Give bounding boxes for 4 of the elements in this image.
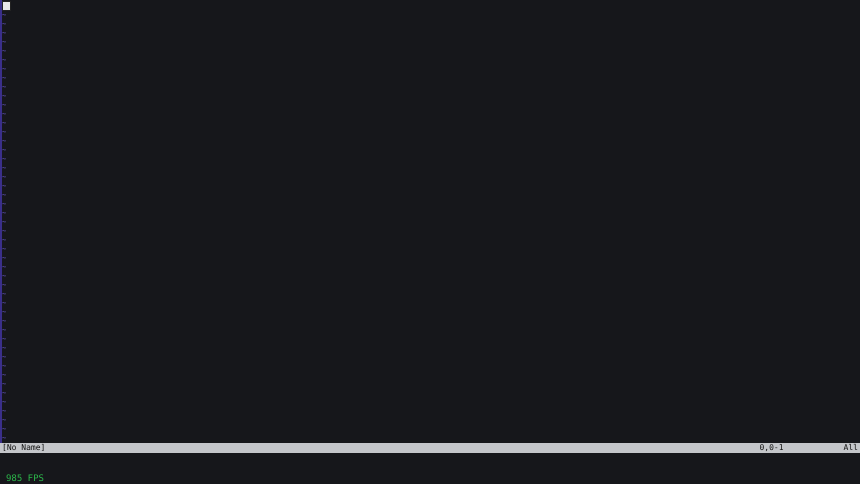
scroll-position: All — [844, 443, 858, 453]
fps-counter: 985 FPS — [6, 474, 44, 484]
cursor-position: 0,0-1 — [759, 443, 784, 453]
file-name: [No Name] — [2, 443, 46, 453]
